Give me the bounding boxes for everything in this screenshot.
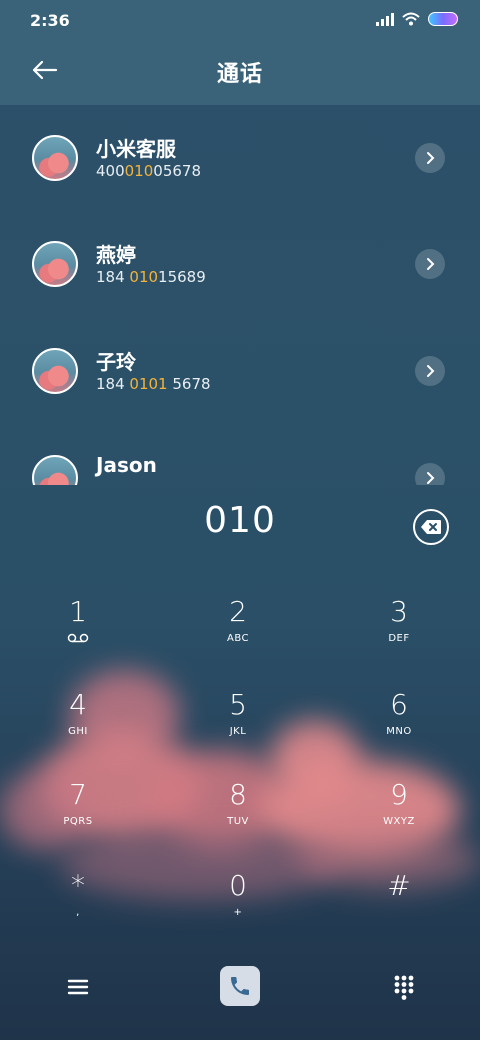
chevron-right-icon	[427, 152, 435, 164]
key-0[interactable]: 0 +	[178, 870, 298, 940]
contact-item[interactable]: 子玲 184 0101 5678	[0, 348, 480, 448]
key-7[interactable]: 7 PQRS	[18, 779, 138, 849]
status-icons	[376, 12, 458, 26]
battery-icon	[428, 12, 458, 26]
key-1[interactable]: 1	[18, 596, 138, 666]
key-8[interactable]: 8 TUV	[178, 779, 298, 849]
dialpad-button[interactable]	[393, 974, 415, 1000]
key-4[interactable]: 4 GHI	[18, 689, 138, 759]
delete-button[interactable]	[413, 509, 449, 545]
contact-name: 子玲	[96, 350, 136, 374]
status-bar: 2:36	[0, 0, 480, 40]
key-9[interactable]: 9 WXYZ	[339, 779, 459, 849]
contact-detail-button[interactable]	[415, 463, 445, 485]
phone-icon	[231, 977, 249, 995]
contact-number: 40001005678	[96, 162, 201, 180]
chevron-right-icon	[427, 365, 435, 377]
contact-detail-button[interactable]	[415, 356, 445, 386]
backspace-icon	[421, 520, 441, 534]
contact-name: 燕婷	[96, 243, 136, 267]
key-hash[interactable]: #	[339, 870, 459, 940]
contact-detail-button[interactable]	[415, 249, 445, 279]
menu-button[interactable]	[66, 976, 90, 998]
key-3[interactable]: 3 DEF	[339, 596, 459, 666]
wifi-icon	[402, 12, 420, 26]
contact-detail-button[interactable]	[415, 143, 445, 173]
status-time: 2:36	[30, 11, 70, 30]
avatar	[32, 241, 78, 287]
contact-item[interactable]: Jason	[0, 453, 480, 485]
avatar	[32, 348, 78, 394]
key-2[interactable]: 2 ABC	[178, 596, 298, 666]
dial-input[interactable]: 010	[0, 500, 480, 541]
chevron-right-icon	[427, 258, 435, 270]
page-title: 通话	[216, 62, 263, 87]
contact-number: 184 0101 5678	[96, 375, 211, 393]
key-6[interactable]: 6 MNO	[339, 689, 459, 759]
key-star[interactable]: * ,	[18, 870, 138, 940]
app-header: 通话	[0, 40, 480, 105]
contact-item[interactable]: 小米客服 40001005678	[0, 135, 480, 235]
avatar	[32, 455, 78, 485]
contact-name: 小米客服	[96, 137, 176, 161]
menu-icon	[67, 979, 89, 995]
chevron-right-icon	[427, 472, 435, 484]
dialpad-icon	[394, 975, 414, 1000]
signal-icon	[376, 12, 394, 26]
voicemail-icon	[67, 633, 89, 643]
contact-list: 小米客服 40001005678 燕婷 184 01015689 子玲 184 …	[0, 105, 480, 485]
contact-number: 184 01015689	[96, 268, 206, 286]
avatar	[32, 135, 78, 181]
key-5[interactable]: 5 JKL	[178, 689, 298, 759]
bottom-bar	[0, 962, 480, 1012]
contact-item[interactable]: 燕婷 184 01015689	[0, 241, 480, 341]
contact-name: Jason	[96, 453, 157, 477]
call-button[interactable]	[220, 966, 260, 1006]
